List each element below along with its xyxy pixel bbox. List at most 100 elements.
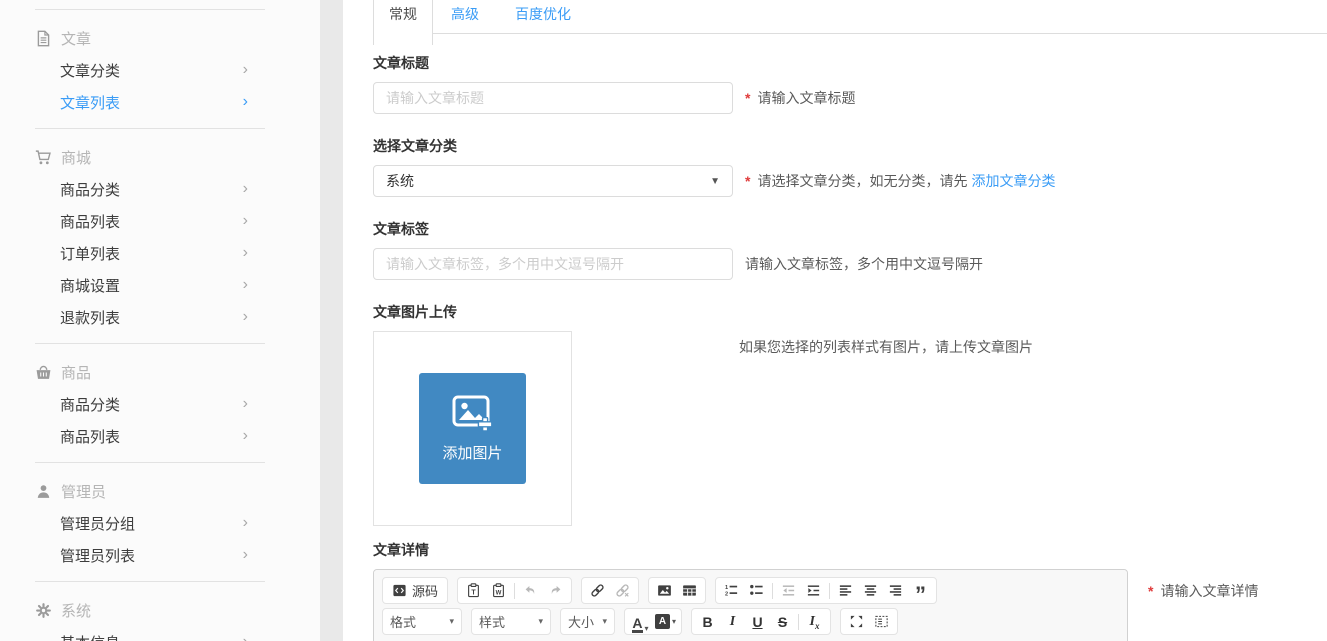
unlink-button[interactable] [610, 579, 635, 602]
decrease-indent-button[interactable] [776, 579, 801, 602]
article-tags-label: 文章标签 [373, 219, 1327, 239]
article-category-select[interactable]: 系统 ▼ [373, 165, 733, 197]
add-image-button[interactable]: 添加图片 [419, 373, 526, 484]
align-center-button[interactable] [858, 579, 883, 602]
numbered-list-button[interactable]: 12 [719, 579, 744, 602]
redo-icon [548, 583, 563, 598]
undo-button[interactable] [518, 579, 543, 602]
chevron-right-icon: › [243, 309, 248, 325]
sidebar-item-order-list[interactable]: 订单列表 › [0, 237, 320, 269]
sidebar-group-label: 商城 [61, 147, 91, 168]
sidebar-group-mall[interactable]: 商城 [0, 141, 320, 173]
chevron-right-icon: › [243, 62, 248, 78]
chevron-right-icon: › [243, 213, 248, 229]
article-detail-help: *请输入文章详情 [1148, 569, 1258, 601]
sidebar-item-product-list[interactable]: 商品列表 › [0, 420, 320, 452]
gear-icon [35, 602, 52, 619]
sidebar-item-article-list[interactable]: 文章列表 › [0, 86, 320, 118]
sidebar-group-product[interactable]: 商品 [0, 356, 320, 388]
blockquote-button[interactable]: ” [908, 579, 933, 602]
align-left-icon [838, 583, 853, 598]
svg-text:2: 2 [725, 592, 728, 598]
align-left-button[interactable] [833, 579, 858, 602]
maximize-button[interactable] [844, 610, 869, 633]
text-color-button[interactable]: A ▾ [628, 610, 653, 633]
svg-text:W: W [496, 589, 502, 596]
tab-bar: 常规 高级 百度优化 [373, 0, 1327, 45]
format-dropdown[interactable]: 格式 ▾ [382, 608, 462, 635]
numbered-list-icon: 12 [724, 583, 739, 598]
chevron-right-icon: › [243, 515, 248, 531]
required-mark: * [745, 173, 750, 189]
strikethrough-button[interactable]: S [770, 610, 795, 633]
paste-from-word-button[interactable]: W [486, 579, 511, 602]
article-title-input[interactable] [373, 82, 733, 114]
article-tags-input[interactable] [373, 248, 733, 280]
article-category-help: *请选择文章分类，如无分类，请先添加文章分类 [745, 165, 1055, 197]
chevron-right-icon: › [243, 245, 248, 261]
insert-image-button[interactable] [652, 579, 677, 602]
redo-button[interactable] [543, 579, 568, 602]
italic-button[interactable]: I [720, 610, 745, 633]
unlink-icon [615, 583, 630, 598]
tab-baidu-seo[interactable]: 百度优化 [515, 0, 571, 28]
divider [35, 343, 265, 344]
article-category-row: 选择文章分类 系统 ▼ *请选择文章分类，如无分类，请先添加文章分类 [373, 136, 1327, 197]
sidebar-item-refund-list[interactable]: 退款列表 › [0, 301, 320, 333]
bulleted-list-icon [749, 583, 764, 598]
sidebar-group-admin[interactable]: 管理员 [0, 475, 320, 507]
chevron-right-icon: › [243, 547, 248, 563]
divider [35, 581, 265, 582]
article-image-help: 如果您选择的列表样式有图片，请上传文章图片 [739, 331, 1033, 357]
source-code-button[interactable]: 源码 [386, 579, 444, 602]
chevron-right-icon: › [243, 428, 248, 444]
style-dropdown[interactable]: 样式 ▾ [471, 608, 551, 635]
sidebar-group-system[interactable]: 系统 [0, 594, 320, 626]
sidebar-item-admin-group[interactable]: 管理员分组 › [0, 507, 320, 539]
cart-icon [35, 149, 52, 166]
article-detail-label: 文章详情 [373, 540, 1327, 560]
paste-as-text-button[interactable]: T [461, 579, 486, 602]
chevron-right-icon: › [243, 634, 248, 641]
tab-advanced[interactable]: 高级 [451, 0, 479, 28]
insert-table-button[interactable] [677, 579, 702, 602]
rich-text-editor: 源码 T W [373, 569, 1128, 641]
font-size-dropdown[interactable]: 大小 ▾ [560, 608, 615, 635]
article-title-label: 文章标题 [373, 53, 1327, 73]
sidebar-item-article-category[interactable]: 文章分类 › [0, 54, 320, 86]
bulleted-list-button[interactable] [744, 579, 769, 602]
sidebar-item-admin-list[interactable]: 管理员列表 › [0, 539, 320, 571]
increase-indent-button[interactable] [801, 579, 826, 602]
background-color-button[interactable]: A ▾ [653, 610, 678, 633]
show-blocks-icon [874, 614, 889, 629]
link-icon [590, 583, 605, 598]
table-icon [682, 583, 697, 598]
sidebar-item-mall-settings[interactable]: 商城设置 › [0, 269, 320, 301]
remove-format-button[interactable]: Ix [802, 610, 827, 633]
caret-down-icon: ▾ [449, 616, 454, 627]
sidebar-group-article[interactable]: 文章 [0, 22, 320, 54]
sidebar-item-goods-list[interactable]: 商品列表 › [0, 205, 320, 237]
selected-category-value: 系统 [386, 171, 414, 191]
sidebar-item-basic-info[interactable]: 基本信息 › [0, 626, 320, 641]
sidebar-item-product-category[interactable]: 商品分类 › [0, 388, 320, 420]
align-right-button[interactable] [883, 579, 908, 602]
underline-button[interactable]: U [745, 610, 770, 633]
caret-down-icon: ▾ [602, 616, 607, 627]
doc-icon [35, 30, 52, 47]
tab-bar-line [373, 33, 1327, 34]
svg-text:T: T [471, 589, 476, 596]
required-mark: * [1148, 583, 1153, 599]
add-category-link[interactable]: 添加文章分类 [971, 173, 1055, 189]
sidebar-item-goods-category[interactable]: 商品分类 › [0, 173, 320, 205]
svg-text:1: 1 [725, 585, 728, 591]
divider [35, 9, 265, 10]
bold-button[interactable]: B [695, 610, 720, 633]
chevron-right-icon: › [243, 396, 248, 412]
tab-general[interactable]: 常规 [373, 0, 433, 45]
article-title-help: *请输入文章标题 [745, 82, 855, 114]
article-detail-row: 文章详情 源码 [373, 540, 1327, 641]
show-blocks-button[interactable] [869, 610, 894, 633]
image-plus-icon [451, 394, 495, 432]
link-button[interactable] [585, 579, 610, 602]
